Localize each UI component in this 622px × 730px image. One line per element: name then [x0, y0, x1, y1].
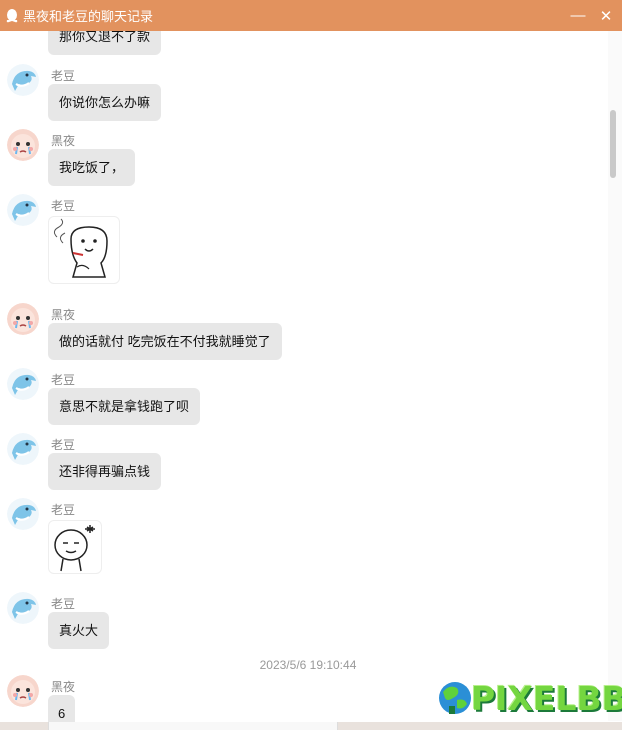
crying-face-avatar-icon[interactable]: [7, 129, 39, 161]
input-area-edge: [48, 722, 338, 730]
crying-face-avatar-icon[interactable]: [7, 303, 39, 335]
dolphin-avatar-icon[interactable]: [7, 498, 39, 530]
angry-face-sticker[interactable]: [48, 520, 102, 574]
sender-name: 黑夜: [51, 680, 76, 694]
close-button[interactable]: ✕: [590, 0, 622, 31]
window-title: 黑夜和老豆的聊天记录: [23, 9, 154, 24]
sender-name: 老豆: [51, 199, 76, 213]
sender-name: 老豆: [51, 597, 76, 611]
message-bubble: 你说你怎么办嘛: [48, 84, 162, 121]
globe-logo-icon: [439, 682, 471, 714]
scrollbar-thumb[interactable]: [610, 110, 616, 178]
message-timestamp: 2023/5/6 19:10:44: [259, 658, 357, 672]
message-bubble: 真火大: [48, 612, 110, 649]
dolphin-avatar-icon[interactable]: [7, 194, 39, 226]
sender-name: 老豆: [51, 503, 76, 517]
message-bubble: 意思不就是拿钱跑了呗: [48, 388, 201, 425]
dolphin-avatar-icon[interactable]: [7, 433, 39, 465]
message-bubble: 我吃饭了，: [48, 149, 136, 186]
pixelbbs-watermark: PIXELBBS: [437, 676, 622, 722]
crying-face-avatar-icon[interactable]: [7, 675, 39, 707]
dolphin-avatar-icon[interactable]: [7, 64, 39, 96]
qq-penguin-icon: [6, 8, 18, 22]
dolphin-avatar-icon[interactable]: [7, 368, 39, 400]
sender-name: 老豆: [51, 373, 76, 387]
sender-name: 黑夜: [51, 308, 76, 322]
title-bar: 黑夜和老豆的聊天记录: [0, 0, 622, 31]
sender-name: 老豆: [51, 438, 76, 452]
dolphin-avatar-icon[interactable]: [7, 592, 39, 624]
sender-name: 黑夜: [51, 134, 76, 148]
sender-name: 老豆: [51, 69, 76, 83]
message-bubble: 还非得再骗点钱: [48, 453, 162, 490]
smoking-bear-sticker[interactable]: [48, 216, 120, 284]
watermark-text: PIXELBBS: [471, 679, 622, 718]
message-bubble: 那你又退不了款: [48, 31, 162, 55]
message-bubble: 做的话就付 吃完饭在不付我就睡觉了: [48, 323, 282, 360]
chat-history-pane[interactable]: 那你又退不了款 老豆 你说你怎么办嘛 黑夜 我吃饭了， 老豆 黑夜 做的话就付 …: [0, 31, 608, 730]
